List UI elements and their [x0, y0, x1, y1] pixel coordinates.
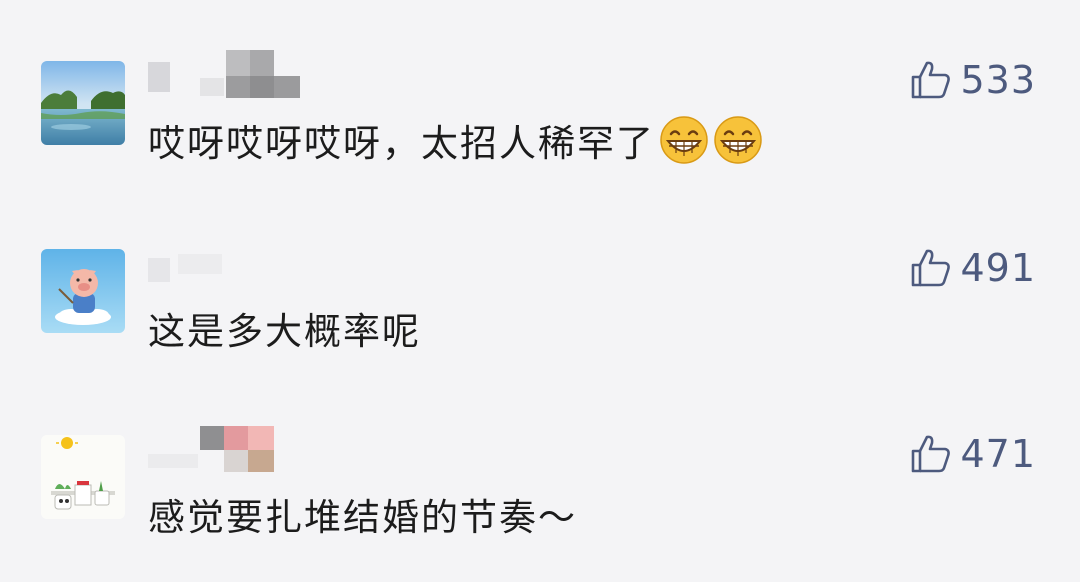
redaction-block	[226, 76, 250, 98]
redaction-block	[148, 454, 198, 468]
redaction-block	[226, 50, 250, 76]
avatar[interactable]	[41, 249, 125, 333]
redaction-block	[178, 254, 222, 274]
like-count: 471	[960, 432, 1036, 476]
grinning-face-icon	[714, 116, 762, 164]
like-button[interactable]: 533	[910, 56, 1036, 104]
potted-plant-avatar-icon	[41, 435, 125, 519]
like-button[interactable]: 491	[910, 244, 1036, 292]
redaction-block	[250, 50, 274, 76]
redaction-block	[148, 62, 170, 92]
comment-text: 哎呀哎呀哎呀，太招人稀罕了	[148, 114, 763, 174]
like-count: 533	[960, 58, 1036, 102]
comment-text-content: 哎呀哎呀哎呀，太招人稀罕了	[148, 122, 655, 165]
username-redacted[interactable]	[148, 422, 308, 476]
redaction-block	[200, 78, 224, 96]
comment-text-content: 感觉要扎堆结婚的节奏～	[148, 496, 577, 539]
comment-text: 这是多大概率呢	[148, 302, 421, 362]
thumbs-up-icon	[912, 435, 951, 473]
redaction-block	[274, 76, 300, 98]
avatar[interactable]	[41, 435, 125, 519]
cartoon-pig-avatar-icon	[41, 249, 125, 333]
comment-text: 感觉要扎堆结婚的节奏～	[148, 488, 577, 548]
username-redacted[interactable]	[148, 236, 308, 290]
redaction-block	[224, 450, 248, 472]
like-button[interactable]: 471	[910, 430, 1036, 478]
comment-text-content: 这是多大概率呢	[148, 310, 421, 353]
redaction-block	[148, 258, 170, 282]
redaction-block	[224, 426, 248, 450]
redaction-block	[248, 426, 274, 450]
redaction-block	[200, 426, 224, 450]
thumbs-up-icon	[912, 249, 951, 287]
landscape-avatar-icon	[41, 61, 125, 145]
grinning-face-icon	[660, 116, 708, 164]
thumbs-up-icon	[912, 61, 951, 99]
redaction-block	[248, 450, 274, 472]
avatar[interactable]	[41, 61, 125, 145]
username-redacted[interactable]	[148, 48, 308, 102]
redaction-block	[250, 76, 274, 98]
like-count: 491	[960, 246, 1036, 290]
